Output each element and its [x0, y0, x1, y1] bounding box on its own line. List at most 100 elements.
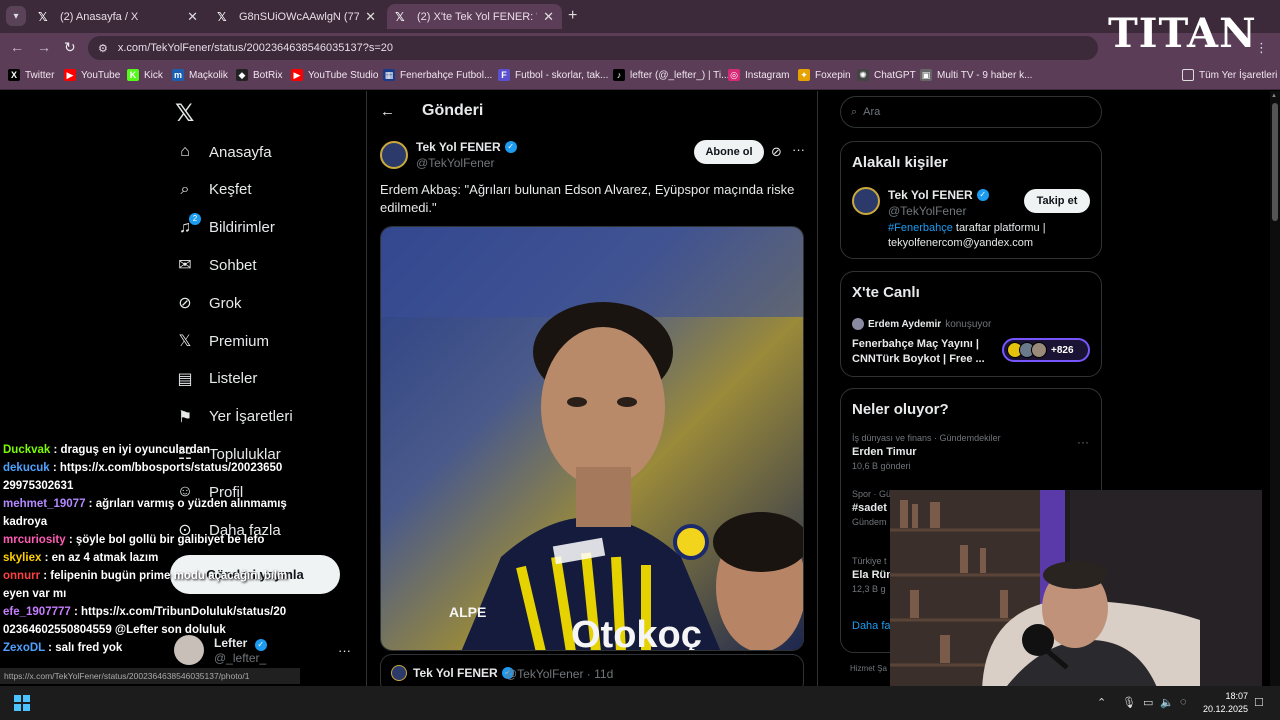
nav-item-x-premium[interactable]: 𝕏 Premium — [176, 332, 269, 351]
tab-0[interactable]: 𝕏 (2) Anasayfa / X ✕ — [30, 4, 206, 29]
site-info-icon[interactable]: ⚙ — [98, 42, 108, 55]
nav-item-list[interactable]: ▤ Listeler — [176, 370, 257, 388]
bookmark-item[interactable]: K Kick — [127, 69, 163, 81]
forward-icon[interactable]: → — [37, 39, 51, 55]
chat-username: Duckvak — [3, 444, 51, 456]
chevron-up-icon[interactable]: ⌃ — [1097, 696, 1106, 709]
quoted-post[interactable]: Tek Yol FENER ✓ @TekYolFener · 11d — [380, 654, 804, 686]
bookmark-label: Instagram — [745, 69, 790, 81]
folder-icon — [1182, 69, 1194, 81]
tab-2[interactable]: 𝕏 (2) X'te Tek Yol FENER: "Erdem Akbaş..… — [387, 4, 562, 29]
bookmark-item[interactable]: ▣ Multi TV - 9 haber k... — [920, 69, 1032, 81]
nav-item-mail[interactable]: ✉ Sohbet — [176, 256, 256, 275]
more-icon[interactable]: ··· — [792, 142, 805, 157]
verified-icon: ✓ — [976, 189, 989, 201]
relevant-name[interactable]: Tek Yol FENER ✓ — [888, 188, 989, 202]
bookmark-item[interactable]: m Maçkolik — [172, 69, 228, 81]
tab-1[interactable]: 𝕏 G8nSUiOWcAAwlgN (779×1024) ✕ — [209, 4, 384, 29]
x-logo-icon[interactable]: 𝕏 — [175, 99, 194, 128]
back-arrow-icon[interactable]: ← — [380, 103, 395, 120]
search-placeholder: Ara — [863, 106, 881, 118]
bookmark-icon: ✺ — [857, 69, 869, 81]
bookmark-item[interactable]: F Futbol - skorlar, tak... — [498, 69, 608, 81]
volume-icon[interactable]: 🔈 — [1160, 696, 1174, 709]
bookmark-item[interactable]: ◆ BotRix — [236, 69, 282, 81]
bookmark-item[interactable]: X Twitter — [8, 69, 54, 81]
close-icon[interactable]: ✕ — [543, 9, 554, 25]
bookmark-item[interactable]: ✦ Foxepin — [798, 69, 851, 81]
hashtag-link[interactable]: #Fenerbahçe — [888, 222, 953, 234]
follow-button[interactable]: Takip et — [1024, 189, 1090, 213]
bookmark-icon: ◎ — [728, 69, 740, 81]
new-tab-button[interactable]: + — [568, 7, 577, 25]
author-avatar[interactable] — [380, 141, 408, 169]
scrollbar[interactable]: ▲ — [1270, 91, 1280, 686]
show-more-link[interactable]: Daha fa — [852, 620, 891, 632]
nav-item-home[interactable]: ⌂ Anasayfa — [176, 143, 271, 161]
chat-text: : salı fred yok — [44, 642, 123, 654]
tab-label: (2) X'te Tek Yol FENER: "Erdem Akbaş... — [417, 10, 537, 23]
avatar — [391, 665, 407, 681]
nav-label: Listeler — [209, 370, 258, 388]
search-input[interactable]: ⌕ Ara — [840, 96, 1102, 128]
trend-item[interactable]: Türkiye t Ela Rün 12,3 B g — [852, 556, 893, 594]
more-icon[interactable]: ··· — [1077, 435, 1089, 449]
nav-item-grok[interactable]: ⊘ Grok — [176, 294, 242, 313]
more-icon[interactable]: ··· — [338, 643, 351, 658]
grok-icon[interactable]: ⊘ — [771, 144, 782, 160]
bookmark-item[interactable]: ✺ ChatGPT — [857, 69, 916, 81]
reload-icon[interactable]: ↻ — [64, 39, 76, 56]
system-clock[interactable]: 18:07 20.12.2025 — [1203, 690, 1248, 716]
relevant-people-card: Alakalı kişiler Tek Yol FENER ✓ @TekYolF… — [840, 141, 1102, 259]
overlay-logo: TITAN — [1108, 10, 1257, 57]
quote-author-name: Tek Yol FENER ✓ — [413, 666, 514, 680]
back-icon[interactable]: ← — [10, 39, 24, 55]
trend-item[interactable]: Spor · Gü #sadet Gündem — [852, 489, 891, 527]
author-name[interactable]: Tek Yol FENER ✓ — [416, 140, 517, 154]
mic-icon[interactable]: 🎙 — [1122, 696, 1136, 709]
footer-links[interactable]: Hizmet Şa — [850, 664, 887, 673]
windows-start-icon[interactable] — [14, 695, 30, 711]
bookmark-item[interactable]: ▶ YouTube Studio — [291, 69, 378, 81]
nav-item-bell[interactable]: ♫ 2 Bildirimler — [176, 212, 275, 237]
notification-icon[interactable]: ☐ — [1254, 696, 1264, 709]
streamer-camera — [890, 490, 1262, 695]
chat-username: efe_1907777 — [3, 606, 71, 618]
close-icon[interactable]: ✕ — [187, 9, 198, 25]
relevant-handle[interactable]: @TekYolFener — [888, 204, 966, 218]
bookmark-item[interactable]: ◎ Instagram — [728, 69, 789, 81]
tab-search-button[interactable]: ▾ — [6, 6, 26, 26]
bookmark-label: YouTube Studio — [308, 69, 379, 81]
avatar[interactable] — [852, 187, 880, 215]
live-card[interactable]: X'te Canlı Erdem Aydemir konuşuyor Fener… — [840, 271, 1102, 377]
x-logo-icon: 𝕏 — [217, 9, 227, 24]
network-icon[interactable]: ▭ — [1143, 696, 1153, 709]
listeners-pill[interactable]: +826 — [1002, 338, 1090, 362]
address-bar[interactable]: ⚙ x.com/TekYolFener/status/2002364638546… — [88, 36, 1098, 60]
menu-icon[interactable]: ⋮ — [1255, 40, 1268, 56]
post-image[interactable]: Otokoç ALPE — [380, 226, 804, 651]
chat-text: : şöyle bol gollü bir galibiyet be lefo — [65, 534, 265, 546]
author-handle[interactable]: @TekYolFener — [416, 156, 494, 170]
chat-message: efe_1907777 : https://x.com/TribunDolulu… — [3, 603, 288, 639]
card-title: X'te Canlı — [852, 284, 920, 301]
bookmark-item[interactable]: ▦ Fenerbahçe Futbol... — [383, 69, 492, 81]
nav-item-bookmark[interactable]: ⚑ Yer İşaretleri — [176, 408, 293, 426]
subscribe-button[interactable]: Abone ol — [694, 140, 764, 164]
search-icon: ⌕ — [851, 105, 858, 118]
all-bookmarks-button[interactable]: Tüm Yer İşaretleri — [1182, 69, 1277, 81]
bookmark-label: ChatGPT — [874, 69, 916, 81]
chat-icon[interactable]: ◌ — [1180, 696, 1187, 708]
scrollbar-thumb[interactable] — [1272, 103, 1278, 221]
chat-username: skyliex — [3, 552, 42, 564]
bookmark-icon: ♪ — [613, 69, 625, 81]
bookmark-item[interactable]: ▶ YouTube — [64, 69, 120, 81]
stream-chat-overlay: Duckvak : draguş en iyi oyunculardan deku… — [3, 441, 288, 657]
bookmark-label: BotRix — [253, 69, 283, 81]
nav-item-search[interactable]: ⌕ Keşfet — [176, 181, 252, 199]
scroll-up-icon[interactable]: ▲ — [1271, 93, 1277, 99]
bookmark-item[interactable]: ♪ lefter (@_lefter_) | Ti... — [613, 69, 729, 81]
close-icon[interactable]: ✕ — [365, 9, 376, 25]
trend-item[interactable]: İş dünyası ve finans · Gündemdekiler Erde… — [852, 433, 1001, 471]
nav-label: Grok — [209, 294, 242, 312]
